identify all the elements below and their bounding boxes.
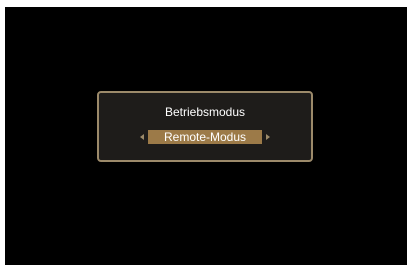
operation-mode-dialog: Betriebsmodus Remote-Modus: [97, 91, 313, 162]
screen: Betriebsmodus Remote-Modus: [5, 7, 407, 265]
mode-selector[interactable]: Remote-Modus: [99, 130, 311, 144]
arrow-left-icon[interactable]: [140, 134, 144, 140]
selected-mode-value[interactable]: Remote-Modus: [148, 130, 262, 144]
dialog-title: Betriebsmodus: [164, 105, 246, 119]
arrow-right-icon[interactable]: [266, 134, 270, 140]
